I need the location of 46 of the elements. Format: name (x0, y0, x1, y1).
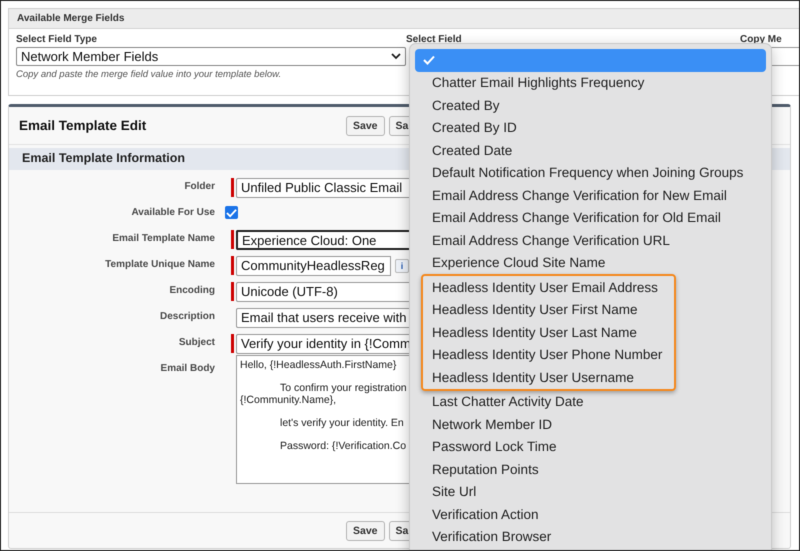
chevron-down-icon (391, 53, 401, 60)
dropdown-option[interactable]: Headless Identity User Last Name (423, 321, 674, 344)
field-label: Select Field (406, 33, 463, 47)
field-label: Template Unique Name (104, 258, 215, 270)
panel-title: Email Template Edit (19, 118, 148, 133)
dropdown-option[interactable]: Verification Action (415, 503, 766, 526)
field-label: Folder (183, 180, 215, 192)
field-label: Encoding (168, 284, 215, 296)
dropdown-option[interactable]: Created By ID (415, 116, 766, 139)
body-text: Hello, {!HeadlessAuth.FirstName} (240, 359, 398, 371)
dropdown-option[interactable]: Headless Identity User Username (423, 366, 674, 388)
body-text: {!Community.Name}, (240, 394, 338, 406)
field-label: Description (158, 310, 215, 322)
dropdown-option[interactable]: Site Url (415, 480, 766, 503)
dropdown-option[interactable]: Password Lock Time (415, 436, 766, 458)
save-button[interactable]: Save (346, 116, 385, 136)
checkbox[interactable] (225, 206, 238, 219)
dropdown-option[interactable]: Reputation Points (415, 458, 766, 480)
dropdown-option[interactable]: Chatter Email Highlights Frequency (415, 72, 766, 94)
dropdown-option[interactable]: Verification Browser (415, 526, 766, 548)
dropdown-option[interactable]: Experience Cloud Site Name (415, 252, 766, 274)
dropdown-option[interactable]: Headless Identity User First Name (423, 298, 674, 321)
checkmark-icon (226, 208, 237, 218)
dropdown-option[interactable]: Last Chatter Activity Date (415, 390, 766, 413)
body-text: Password: {!Verification.Co (279, 440, 408, 452)
dropdown-option[interactable]: Network Member ID (415, 413, 766, 436)
dropdown-option[interactable]: Email Address Change Verification for Old Email (415, 206, 766, 229)
field-type-select[interactable]: Network Member Fields (16, 47, 406, 66)
field-label: Select Field Type (16, 33, 98, 47)
field-label: Available For Use (130, 206, 215, 218)
checkmark-icon (423, 55, 435, 66)
field-label: Subject (178, 336, 215, 348)
dropdown-option[interactable]: Email Address Change Verification for New Email (415, 184, 766, 206)
save-button[interactable]: Save (346, 520, 385, 540)
info-icon[interactable]: i (395, 259, 409, 273)
hint-text: Copy and paste the merge field value into your template below. (16, 69, 282, 80)
field-label: Email Template Name (111, 232, 215, 244)
text-field[interactable]: CommunityHeadlessReg (236, 256, 391, 276)
dropdown-option[interactable]: Created By (415, 94, 766, 116)
dropdown-option[interactable]: Headless Identity User Email Address (423, 276, 674, 298)
panel-title: Available Merge Fields (9, 9, 799, 29)
body-text: let's verify your identity. En (279, 417, 405, 429)
field-label: Email Body (160, 362, 215, 374)
dropdown-option[interactable]: Headless Identity User Phone Number (423, 344, 674, 366)
body-text: To confirm your registration (279, 382, 408, 394)
dropdown-option[interactable]: Email Address Change Verification URL (415, 229, 766, 252)
